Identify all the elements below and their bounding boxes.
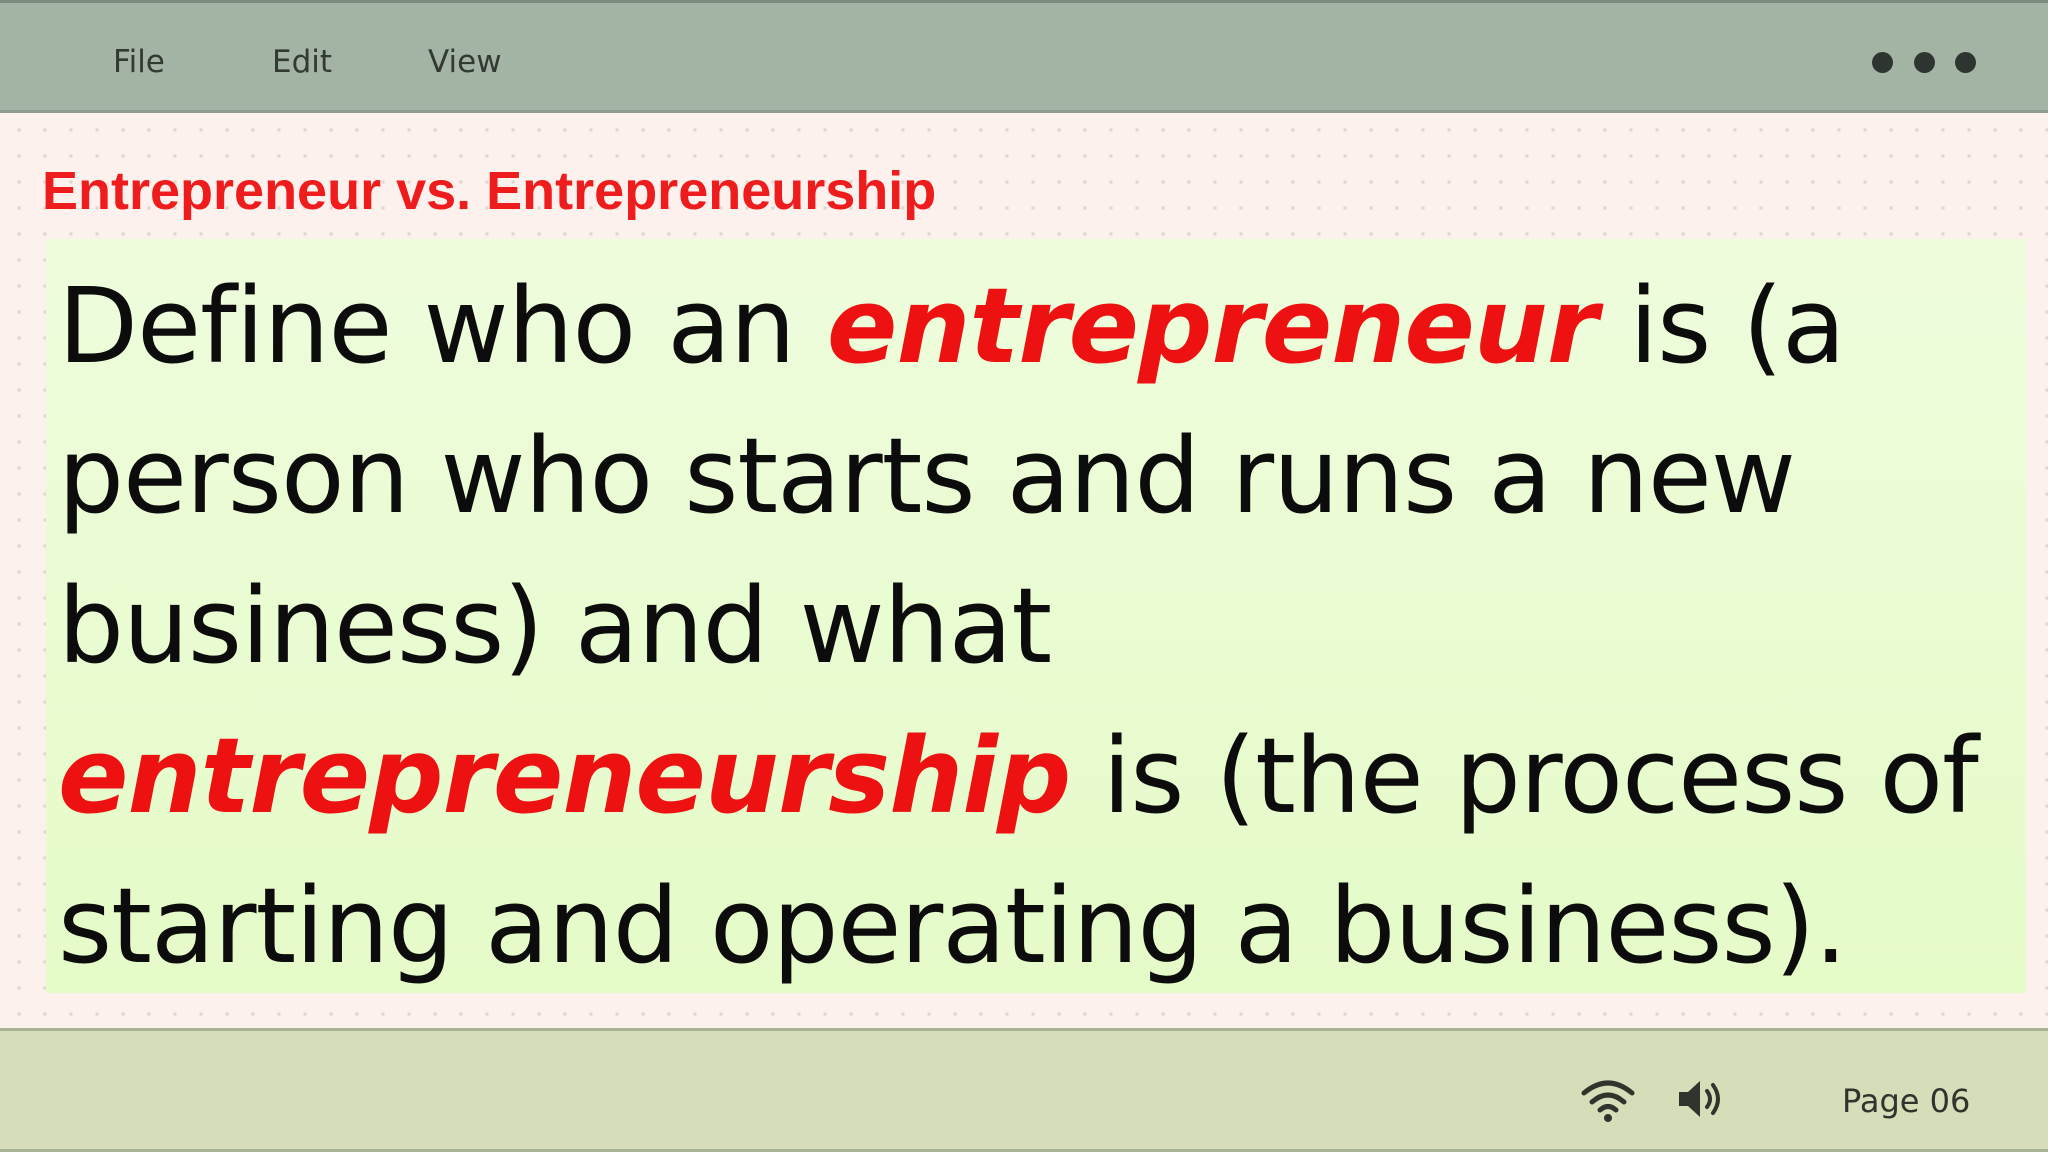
body-segment: Define who an xyxy=(58,265,827,387)
speaker-volume-icon[interactable] xyxy=(1676,1077,1726,1121)
menu-view[interactable]: View xyxy=(428,43,502,81)
slide-content-box: Define who an entrepreneur is (a person … xyxy=(46,239,2026,993)
wifi-icon[interactable] xyxy=(1580,1079,1636,1123)
more-horizontal-icon[interactable] xyxy=(1872,51,1976,73)
highlight-term-entrepreneur: entrepreneur xyxy=(826,265,1598,387)
slide-canvas: Entrepreneur vs. Entrepreneurship Define… xyxy=(0,113,2048,1028)
more-dot xyxy=(1872,51,1893,73)
status-bar: Page 06 xyxy=(0,1028,2048,1152)
slide-title: Entrepreneur vs. Entrepreneurship xyxy=(42,161,937,221)
slide-body-text: Define who an entrepreneur is (a person … xyxy=(58,251,2010,1001)
more-dot xyxy=(1913,51,1935,73)
menu-edit[interactable]: Edit xyxy=(272,43,332,81)
page-indicator: Page 06 xyxy=(1842,1082,1971,1120)
menu-bar: File Edit View xyxy=(0,0,2048,113)
menu-file[interactable]: File xyxy=(113,43,165,81)
more-dot xyxy=(1955,51,1976,73)
highlight-term-entrepreneurship: entrepreneurship xyxy=(58,715,1071,837)
